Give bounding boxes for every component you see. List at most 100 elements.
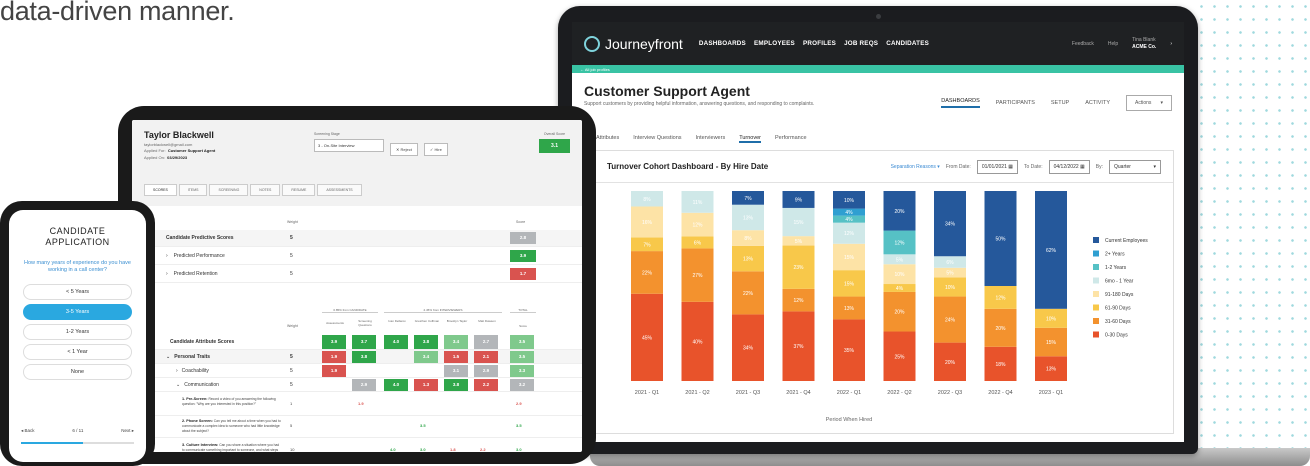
data-label: 18% <box>995 362 1006 368</box>
data-label: 40% <box>692 339 703 345</box>
legend-swatch <box>1093 250 1099 257</box>
tab-activity[interactable]: ACTIVITY <box>1085 100 1110 106</box>
data-label: 27% <box>692 273 703 279</box>
subtab-performance[interactable]: Performance <box>775 135 807 143</box>
tab-items[interactable]: ITEMS <box>178 184 208 196</box>
laptop: Journeyfront DASHBOARDS EMPLOYEES PROFIL… <box>558 6 1198 454</box>
pred-ret-score: 1.7 <box>510 268 536 280</box>
to-date-input[interactable]: 04/12/2022 ▦ <box>1048 159 1090 174</box>
hire-button[interactable]: ✓ Hire <box>424 143 448 156</box>
tab-resume[interactable]: RESUME <box>282 184 316 196</box>
next-button[interactable]: Next ▸ <box>121 428 134 434</box>
score-cell: 1.9 <box>322 350 346 363</box>
tablet: Taylor Blackwell taylorblackwell@gmail.c… <box>118 106 596 464</box>
score-cell <box>384 351 408 363</box>
data-label: 45% <box>642 335 653 341</box>
data-label: 23% <box>793 265 804 271</box>
communication-row[interactable]: ⌄ Communication 5 2.9 4.0 1.3 3.8 2.2 3.2 <box>132 378 582 392</box>
pred-perf-score: 3.9 <box>510 250 536 262</box>
reject-button[interactable]: ✕ Reject <box>390 143 418 156</box>
subtab-turnover[interactable]: Turnover <box>739 135 762 143</box>
progress-fill <box>21 442 83 444</box>
legend-label: 91-180 Days <box>1105 292 1134 298</box>
reject-label: Reject <box>400 147 412 152</box>
score-cell: 2.9 <box>352 378 376 391</box>
score-cell: 1.5 <box>444 350 468 363</box>
data-label: 13% <box>743 257 754 263</box>
subtab-attributes[interactable]: Attributes <box>596 135 619 143</box>
personal-traits-row[interactable]: ⌄ Personal Traits 5 1.9 3.8 3.4 1.5 2.1 3.5 <box>132 350 582 364</box>
row-weight: 5 <box>290 353 293 360</box>
tab-dashboards[interactable]: DASHBOARDS <box>941 98 980 108</box>
title-line-1: CANDIDATE <box>49 226 106 236</box>
question-title: 3. Culture Interview: <box>182 443 219 447</box>
help-link[interactable]: Help <box>1108 41 1118 47</box>
col-ivan: Ivan Dellarov <box>388 319 406 323</box>
stage-select[interactable]: 3 - On-Site Interview <box>314 139 384 152</box>
phone-screen: CANDIDATE APPLICATION How many years of … <box>9 210 146 462</box>
score-cell: 3.4 <box>414 350 438 363</box>
subtab-interview-questions[interactable]: Interview Questions <box>633 135 681 143</box>
data-label: 6% <box>946 260 954 266</box>
score-cell <box>414 365 438 377</box>
nav-profiles[interactable]: PROFILES <box>803 40 836 47</box>
pred-ret-row[interactable]: › Predicted Retention 5 1.7 <box>132 266 582 283</box>
data-label: 35% <box>844 348 855 354</box>
data-label: 10% <box>1046 316 1057 322</box>
score-cell: 2.9 <box>474 364 498 377</box>
app-logo[interactable]: Journeyfront <box>584 35 683 52</box>
answer-option[interactable]: 3-5 Years <box>23 304 132 321</box>
data-label: 13% <box>743 215 754 221</box>
pred-perf-row[interactable]: › Predicted Performance 5 3.9 <box>132 248 582 265</box>
data-label: 10% <box>844 198 855 204</box>
tab-setup[interactable]: SETUP <box>1051 100 1069 106</box>
tab-assessments[interactable]: ASSESSMENTS <box>317 184 362 196</box>
tab-scores[interactable]: SCORES <box>144 184 177 196</box>
separation-reasons-dropdown[interactable]: Separation Reasons ▾ <box>891 164 940 170</box>
score-cell: 3.2 <box>510 378 534 391</box>
phone: CANDIDATE APPLICATION How many years of … <box>0 201 155 466</box>
question-weight: 5 <box>290 423 293 428</box>
tab-participants[interactable]: PARTICIPANTS <box>996 100 1035 106</box>
back-button[interactable]: ◂ Back <box>21 428 35 434</box>
tab-notes[interactable]: NOTES <box>250 184 281 196</box>
answer-option[interactable]: < 1 Year <box>23 344 132 361</box>
by-select[interactable]: Quarter ▾ <box>1109 159 1161 174</box>
x-tick-label: 2022 - Q1 <box>837 390 861 396</box>
score-cell: 3.8 <box>414 334 438 349</box>
question-score: 2.2 <box>480 447 486 452</box>
data-label: 20% <box>945 360 956 366</box>
from-date-input[interactable]: 01/01/2021 ▦ <box>976 159 1018 174</box>
chevron-right-icon[interactable]: › <box>1170 41 1172 47</box>
user-menu[interactable]: Tina Blank ACME Co. <box>1132 37 1156 50</box>
question-row: 1. Pre-Screen: Record a video of you ans… <box>132 394 582 416</box>
nav-job-reqs[interactable]: JOB REQS <box>844 40 878 47</box>
nav-employees[interactable]: EMPLOYEES <box>754 40 795 47</box>
overall-score-value: 3.1 <box>539 139 570 153</box>
nav-dashboards[interactable]: DASHBOARDS <box>699 40 746 47</box>
data-label: 12% <box>894 240 905 246</box>
attr-total-row[interactable]: Candidate Attribute Scores 3.9 3.7 4.0 3.8 3.… <box>132 334 582 350</box>
legend-swatch <box>1093 277 1099 284</box>
back-link[interactable]: ← All job profiles <box>580 67 610 72</box>
subtab-interviewers[interactable]: Interviewers <box>696 135 726 143</box>
col-gretchen: Gretchen Coffman <box>414 319 440 323</box>
predictive-row: Candidate Predictive Scores 5 2.8 <box>132 230 582 247</box>
dashboard-subtabs: Attributes Interview Questions Interview… <box>572 125 1184 149</box>
answer-option[interactable]: < 5 Years <box>23 284 132 301</box>
caret-down-icon: ▾ <box>1160 100 1163 106</box>
tab-screening[interactable]: SCREENING <box>209 184 249 196</box>
actions-dropdown[interactable]: Actions ▾ <box>1126 95 1172 111</box>
card-header: Turnover Cohort Dashboard - By Hire Date… <box>595 151 1173 183</box>
coachability-row[interactable]: › Coachability 5 1.9 3.1 2.9 3.3 <box>132 364 582 378</box>
feedback-link[interactable]: Feedback <box>1072 41 1094 47</box>
answer-option[interactable]: 1-2 Years <box>23 324 132 341</box>
actions-label: Actions <box>1135 100 1152 106</box>
answer-option[interactable]: None <box>23 364 132 381</box>
group-candidate: 0.85% from CANDIDATE <box>322 308 378 313</box>
data-label: 20% <box>894 209 905 215</box>
nav-candidates[interactable]: CANDIDATES <box>886 40 929 47</box>
data-label: 16% <box>642 220 653 226</box>
data-label: 12% <box>793 298 804 304</box>
card-title: Turnover Cohort Dashboard - By Hire Date <box>607 162 769 171</box>
